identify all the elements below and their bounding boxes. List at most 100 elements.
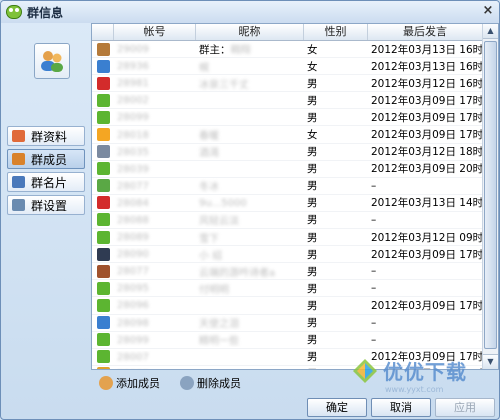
member-nickname: 风轻云淡 bbox=[196, 212, 304, 227]
account-value: 28035 bbox=[117, 146, 149, 158]
table-row[interactable]: 28089 雪下 男 2012年03月12日 09时 bbox=[92, 229, 483, 247]
table-row[interactable]: 28018 春暖 女 2012年03月09日 17时 bbox=[92, 126, 483, 144]
account-value: 28936 bbox=[117, 61, 149, 73]
table-row[interactable]: 28936 幌 女 2012年03月13日 16时 bbox=[92, 58, 483, 76]
member-avatar-cell bbox=[92, 59, 114, 73]
cancel-button[interactable]: 取消 bbox=[371, 398, 431, 417]
column-header-nickname[interactable]: 昵称 bbox=[196, 24, 304, 40]
qq-penguin-icon bbox=[6, 5, 22, 19]
member-gender: 女 bbox=[307, 129, 318, 142]
sidebar-item-group-card[interactable]: 群名片 bbox=[7, 172, 85, 192]
member-avatar-icon bbox=[96, 316, 110, 330]
member-avatar-icon bbox=[96, 367, 110, 369]
group-avatar-icon bbox=[41, 51, 63, 72]
account-value: 28039 bbox=[117, 163, 149, 175]
member-avatar-icon bbox=[96, 213, 110, 227]
member-avatar-cell bbox=[92, 247, 114, 261]
member-last-speak: 2012年03月12日 16时 bbox=[371, 77, 483, 90]
ok-button[interactable]: 确定 bbox=[307, 398, 367, 417]
member-nickname: 小 绍 bbox=[196, 247, 304, 262]
nickname-value: 翱翔 bbox=[230, 45, 251, 57]
member-account: 28089 bbox=[114, 231, 196, 243]
member-avatar-icon bbox=[96, 247, 110, 261]
sidebar-item-group-members[interactable]: 群成员 bbox=[7, 149, 85, 169]
table-row[interactable]: 28098 天使之泪 男 – bbox=[92, 315, 483, 332]
table-row[interactable]: 28077 云端的游吟诗者a 男 – bbox=[92, 263, 483, 281]
account-value: 28000 bbox=[117, 369, 149, 370]
nickname-value: 幌 bbox=[199, 62, 209, 74]
member-account: 28077 bbox=[114, 180, 196, 192]
table-row[interactable]: 28000 男2012年03月09日 17时 bbox=[92, 366, 483, 370]
nickname-value: 冰泉三千丈 bbox=[199, 79, 249, 91]
account-value: 28096 bbox=[117, 300, 149, 312]
member-avatar-cell bbox=[92, 230, 114, 244]
table-row[interactable]: 28035 酒渴 男 2012年03月12日 18时 bbox=[92, 144, 483, 161]
member-last-speak: 2012年03月13日 14时 bbox=[371, 197, 483, 210]
nickname-value: 雪下 bbox=[199, 233, 219, 245]
member-last-speak: 2012年03月09日 17时 bbox=[371, 248, 483, 261]
table-row[interactable]: 28088 风轻云淡 男 – bbox=[92, 212, 483, 230]
member-nickname: 雪下 bbox=[196, 230, 304, 245]
scroll-up-button[interactable]: ▲ bbox=[483, 24, 498, 39]
member-gender: 男 bbox=[307, 282, 318, 295]
nickname-value: 天使之泪 bbox=[199, 319, 239, 331]
account-value: 28077 bbox=[117, 180, 149, 192]
member-account: 28000 bbox=[114, 368, 196, 370]
member-nickname: 酒渴 bbox=[196, 144, 304, 159]
table-row[interactable]: 28981 冰泉三千丈 男 2012年03月12日 16时 bbox=[92, 75, 483, 93]
table-row[interactable]: 28002 男 2012年03月09日 17时 bbox=[92, 92, 483, 110]
member-last-speak: – bbox=[371, 316, 377, 329]
scrollbar-thumb[interactable] bbox=[484, 41, 497, 349]
vertical-scrollbar[interactable]: ▲ ▼ bbox=[482, 24, 498, 369]
member-last-speak: – bbox=[371, 333, 377, 346]
member-last-speak: 2012年03月09日 17时 bbox=[371, 299, 483, 312]
table-row[interactable]: 28039 男 2012年03月09日 20时 bbox=[92, 161, 483, 178]
scroll-down-button[interactable]: ▼ bbox=[483, 354, 498, 369]
member-gender: 男 bbox=[307, 231, 318, 244]
table-row[interactable]: 29009 群主：翱翔女 2012年03月13日 16时 bbox=[92, 41, 483, 59]
member-last-speak: 2012年03月13日 16时 bbox=[371, 60, 483, 73]
member-gender: 女 bbox=[307, 60, 318, 73]
member-last-speak: – bbox=[371, 213, 377, 226]
add-member-button[interactable]: 添加成员 bbox=[99, 375, 160, 391]
group-members-icon bbox=[12, 153, 25, 165]
table-row[interactable]: 28096 男 2012年03月09日 17时 bbox=[92, 297, 483, 315]
table-row[interactable]: 28084 9u...5000 男 2012年03月13日 14时 bbox=[92, 195, 483, 212]
member-avatar-cell bbox=[92, 76, 114, 90]
member-account: 28018 bbox=[114, 129, 196, 141]
table-row[interactable]: 28090 小 绍 男 2012年03月09日 17时 bbox=[92, 246, 483, 264]
member-avatar-icon bbox=[96, 93, 110, 107]
table-row[interactable]: 28095 付明明 男 – bbox=[92, 280, 483, 298]
column-header-avatar[interactable] bbox=[92, 24, 114, 40]
sidebar-item-group-profile[interactable]: 群资料 bbox=[7, 126, 85, 146]
account-value: 28099 bbox=[117, 112, 149, 124]
column-header-account[interactable]: 帐号 bbox=[114, 24, 196, 40]
column-header-gender[interactable]: 性别 bbox=[304, 24, 368, 40]
remove-member-button[interactable]: 删除成员 bbox=[180, 375, 241, 391]
table-row[interactable]: 28007 男 2012年03月09日 17时 bbox=[92, 349, 483, 366]
apply-button[interactable]: 应用 bbox=[435, 398, 495, 417]
account-value: 28084 bbox=[117, 197, 149, 209]
group-avatar[interactable] bbox=[34, 43, 70, 79]
member-nickname: 幌 bbox=[196, 59, 304, 74]
member-avatar-icon bbox=[96, 162, 110, 176]
title-bar[interactable]: 群信息 × bbox=[1, 1, 499, 23]
sidebar-item-label: 群成员 bbox=[31, 152, 68, 167]
sidebar-nav: 群资料 群成员 群名片 群设置 bbox=[7, 126, 85, 218]
table-row[interactable]: 28099 男 2012年03月09日 17时 bbox=[92, 109, 483, 127]
close-button[interactable]: × bbox=[481, 4, 495, 18]
member-last-speak: 2012年03月12日 09时 bbox=[371, 231, 483, 244]
member-last-speak: 2012年03月12日 18时 bbox=[371, 146, 483, 159]
member-gender: 男 bbox=[307, 317, 318, 330]
member-avatar-icon bbox=[96, 281, 110, 295]
table-row[interactable]: 28099 精明一些 男 – bbox=[92, 332, 483, 349]
column-header-last-speak[interactable]: 最后发言 bbox=[368, 24, 483, 40]
table-row[interactable]: 28077 冬冰 男 – bbox=[92, 178, 483, 195]
member-gender: 男 bbox=[307, 94, 318, 107]
member-nickname: 精明一些 bbox=[196, 332, 304, 347]
member-avatar-cell bbox=[92, 298, 114, 312]
sidebar-item-group-settings[interactable]: 群设置 bbox=[7, 195, 85, 215]
group-profile-icon bbox=[12, 130, 25, 142]
account-value: 28089 bbox=[117, 232, 149, 244]
member-gender: 男 bbox=[307, 248, 318, 261]
